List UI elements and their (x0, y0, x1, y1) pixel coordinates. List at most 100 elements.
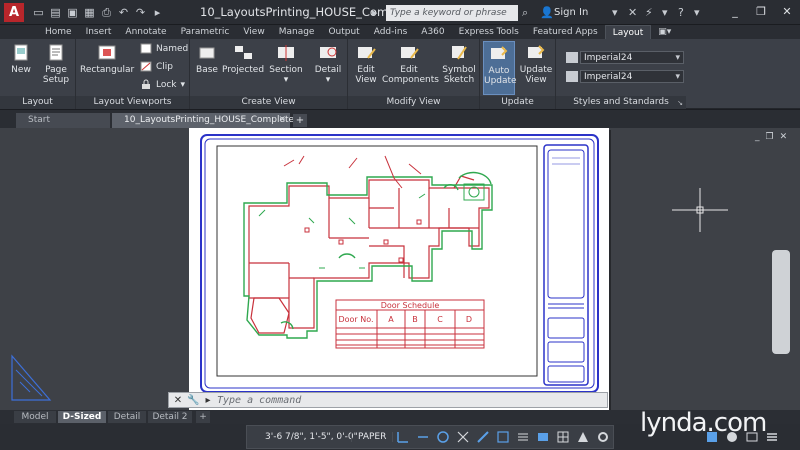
minimize-icon[interactable]: _ (727, 4, 743, 20)
section-dropdown-icon[interactable]: ▾ (284, 75, 289, 85)
exchange-icon[interactable]: ✕ (628, 6, 637, 19)
command-input[interactable]: Type a command (217, 393, 301, 408)
paper-sheet: Door Schedule Door No. A B C D (189, 128, 609, 410)
recent-commands-icon[interactable]: ▸ (202, 394, 214, 407)
autocad-logo[interactable]: A (4, 3, 24, 22)
ortho-icon[interactable] (416, 430, 430, 444)
tab-insert[interactable]: Insert (79, 25, 119, 39)
polar-tracking-icon[interactable] (436, 430, 450, 444)
new-tab-button[interactable]: + (293, 114, 307, 127)
named-button[interactable]: Named (140, 43, 188, 54)
tab-a360[interactable]: A360 (414, 25, 451, 39)
search-input[interactable]: Type a keyword or phrase (386, 5, 518, 21)
tab-parametric[interactable]: Parametric (174, 25, 237, 39)
projected-view-button[interactable]: Projected (222, 43, 264, 75)
rectangular-viewport-button[interactable]: Rectangular (80, 43, 134, 75)
section-view-button[interactable]: Section ▾ (268, 43, 304, 85)
close-icon[interactable]: ✕ (779, 4, 795, 20)
file-tab-start[interactable]: Start (16, 113, 110, 128)
panel-layout: New Page Setup Layout (0, 39, 76, 109)
lock-button[interactable]: Lock ▾ (140, 79, 185, 90)
stay-connected-icon[interactable]: ⚡ (645, 6, 653, 19)
ribbon: New Page Setup Layout Rectangular Named … (0, 39, 800, 109)
share-icon[interactable]: ▸ (151, 6, 164, 19)
tab-annotate[interactable]: Annotate (118, 25, 173, 39)
user-icon[interactable]: 👤 (540, 6, 554, 19)
tab-manage[interactable]: Manage (272, 25, 322, 39)
open-folder-icon[interactable]: ▤ (49, 6, 62, 19)
section-style-dropdown[interactable]: Imperial24 (580, 70, 684, 83)
sign-in-link[interactable]: Sign In (554, 7, 588, 18)
tab-featured-apps[interactable]: Featured Apps (526, 25, 605, 39)
quick-access-toolbar: ▭ ▤ ▣ ▦ ⎙ ↶ ↷ ▸ (32, 6, 164, 19)
annotation-scale-icon[interactable] (576, 430, 590, 444)
page-setup-icon (49, 44, 63, 61)
section-view-icon (278, 45, 294, 61)
snap-icon[interactable] (396, 430, 410, 444)
section-style-icon (566, 71, 578, 82)
layout-grid-icon[interactable] (556, 430, 570, 444)
redo-icon[interactable]: ↷ (134, 6, 147, 19)
panel-launcher-icon[interactable]: ↘ (677, 99, 683, 107)
close-command-icon[interactable]: ✕ (172, 394, 184, 407)
selection-cycling-icon[interactable] (496, 430, 510, 444)
layout-tab-d-sized[interactable]: D-Sized (58, 411, 106, 423)
customization-menu-icon[interactable] (765, 430, 779, 444)
layout-tab-detail[interactable]: Detail (108, 411, 146, 423)
lock-dropdown-icon[interactable]: ▾ (181, 80, 186, 90)
quick-properties-icon[interactable] (536, 430, 550, 444)
minimize-viewport-icon[interactable]: _ (755, 132, 760, 142)
help-arrow-icon[interactable]: ▾ (694, 6, 700, 19)
edit-view-button[interactable]: Edit View (352, 43, 380, 85)
auto-label-2: Update (484, 76, 517, 86)
add-layout-button[interactable]: + (196, 411, 210, 423)
update-view-button[interactable]: Update View (518, 43, 554, 85)
restore-icon[interactable]: ❐ (753, 4, 769, 20)
layout-tab-detail-2[interactable]: Detail 2 (148, 411, 192, 423)
help-dropdown-icon[interactable]: ▾ (662, 6, 668, 19)
paper-space-toggle[interactable]: PAPER (351, 432, 394, 442)
restore-viewport-icon[interactable]: ❐ (766, 132, 774, 142)
annotation-monitor-icon[interactable] (516, 430, 530, 444)
tab-express-tools[interactable]: Express Tools (452, 25, 526, 39)
workspace-gear-icon[interactable] (596, 430, 610, 444)
close-viewport-icon[interactable]: ✕ (780, 132, 788, 142)
title-arrow-icon[interactable]: ▸ (372, 6, 378, 19)
close-tab-icon[interactable]: ✕ (278, 113, 286, 128)
auto-update-button[interactable]: Auto Update (483, 41, 517, 95)
signin-dropdown-icon[interactable]: ▾ (612, 6, 618, 19)
base-view-button[interactable]: Base (194, 43, 220, 75)
tab-output[interactable]: Output (321, 25, 366, 39)
tab-layout[interactable]: Layout (604, 25, 652, 39)
print-icon[interactable]: ⎙ (100, 6, 113, 19)
undo-icon[interactable]: ↶ (117, 6, 130, 19)
layout-tab-model[interactable]: Model (14, 411, 56, 423)
tab-home[interactable]: Home (38, 25, 79, 39)
coordinates-display[interactable]: 3'-6 7/8", 1'-5", 0'-0" (247, 432, 358, 442)
navigation-bar[interactable] (772, 250, 790, 354)
view-style-icon (566, 52, 578, 63)
detail-dropdown-icon[interactable]: ▾ (326, 75, 331, 85)
panel-update: Auto Update Update View Update (480, 39, 556, 109)
tab-view[interactable]: View (236, 25, 271, 39)
object-snap-tracking-icon[interactable] (456, 430, 470, 444)
view-style-dropdown[interactable]: Imperial24 (580, 51, 684, 64)
binoculars-icon[interactable]: ⌕ (522, 6, 528, 20)
panel-title-layout: Layout (0, 96, 75, 109)
new-file-icon[interactable]: ▭ (32, 6, 45, 19)
customize-command-icon[interactable]: 🔧 (187, 394, 199, 407)
new-layout-button[interactable]: New (8, 43, 34, 75)
save-as-icon[interactable]: ▦ (83, 6, 96, 19)
lock-label: Lock (156, 79, 177, 90)
tab-add-ins[interactable]: Add-ins (367, 25, 415, 39)
save-icon[interactable]: ▣ (66, 6, 79, 19)
detail-view-button[interactable]: Detail ▾ (312, 43, 344, 85)
ribbon-minimize-icon[interactable]: ▣▾ (651, 25, 678, 39)
help-icon[interactable]: ? (678, 6, 684, 19)
lineweight-icon[interactable] (476, 430, 490, 444)
page-setup-button[interactable]: Page Setup (40, 43, 72, 85)
file-tab-active[interactable]: 10_LayoutsPrinting_HOUSE_Complete ✕ (112, 113, 294, 128)
edit-components-button[interactable]: Edit Components (382, 43, 439, 85)
clip-button[interactable]: Clip (140, 61, 173, 72)
symbol-sketch-button[interactable]: Symbol Sketch (442, 43, 476, 85)
